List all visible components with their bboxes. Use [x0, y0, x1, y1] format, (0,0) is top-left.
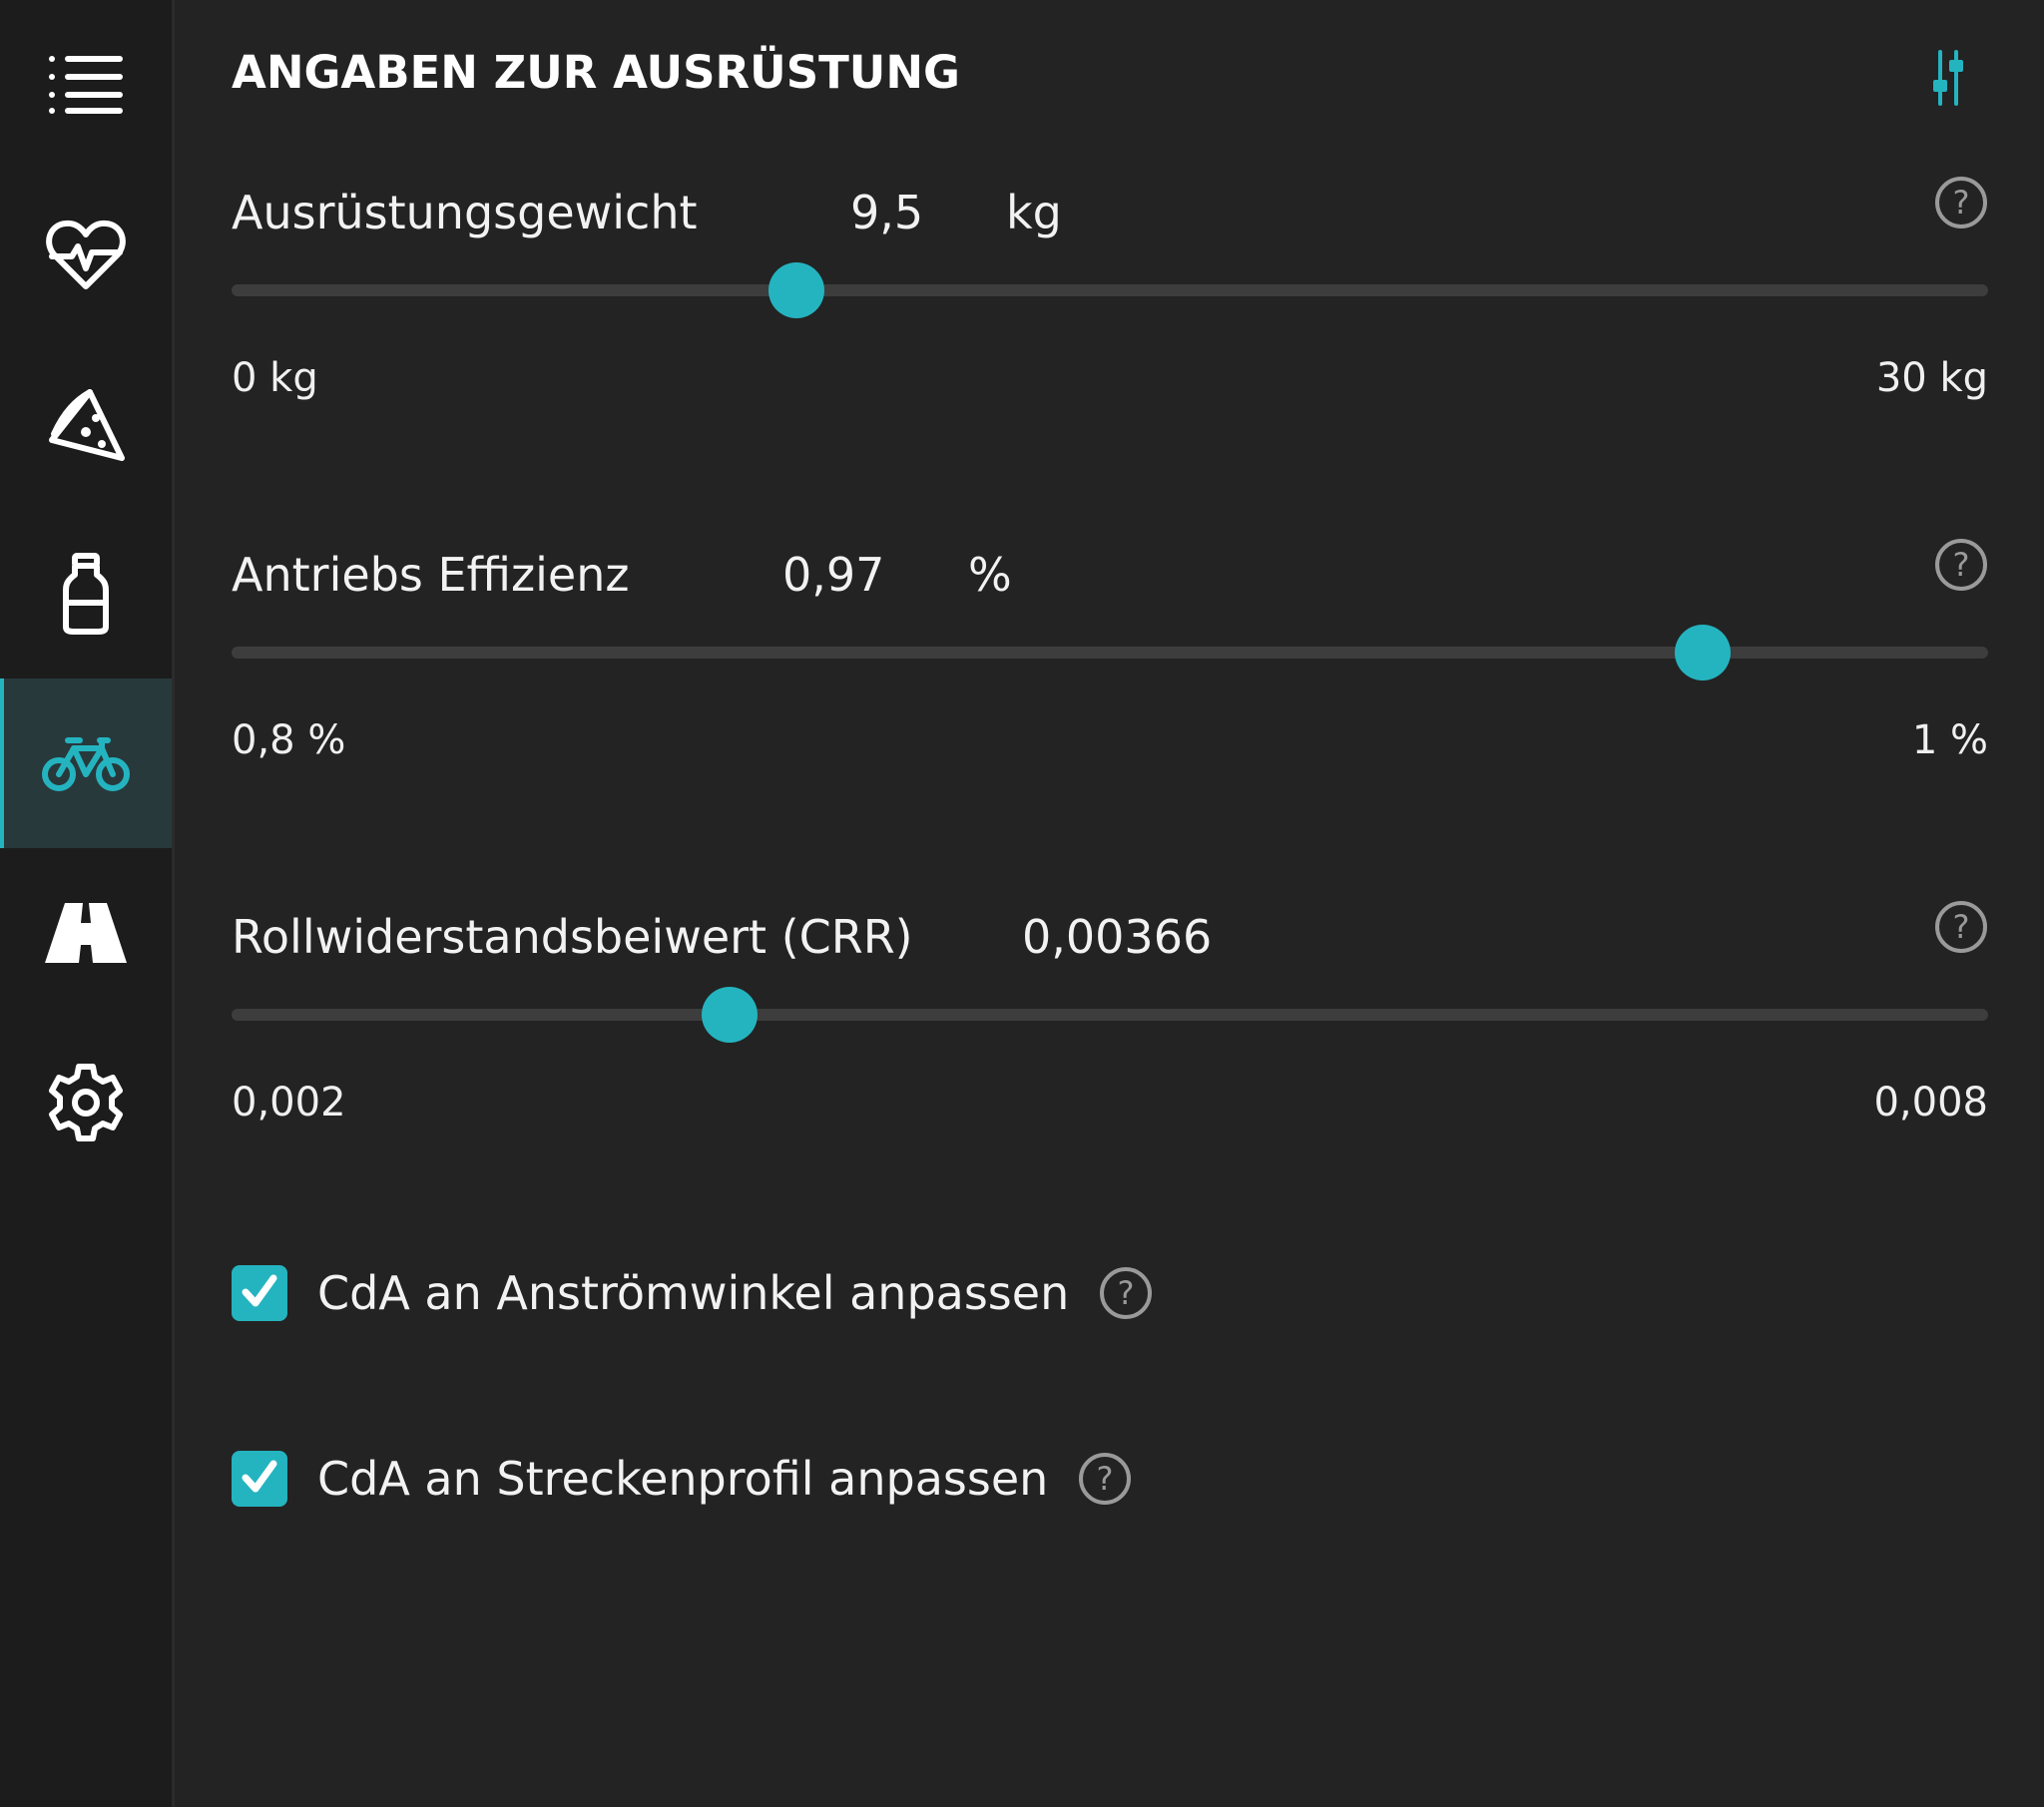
sliders-icon[interactable] — [1931, 50, 1965, 110]
svg-text:?: ? — [1953, 184, 1970, 222]
help-icon[interactable]: ? — [1934, 538, 1988, 596]
checkbox-label: CdA an Anströmwinkel anpassen — [317, 1266, 1070, 1320]
sidebar-item-equipment[interactable] — [0, 678, 172, 848]
slider-unit: % — [968, 548, 1012, 602]
slider-label: Rollwiderstandsbeiwert (CRR) — [232, 910, 913, 964]
slider-thumb[interactable] — [1675, 625, 1731, 680]
checkmark-icon — [240, 1271, 279, 1315]
slider-value: 0,00366 — [1022, 910, 1213, 964]
cda-route-profile-option: CdA an Streckenprofil anpassen ? — [232, 1449, 1132, 1509]
slider-min-label: 0 kg — [232, 355, 318, 401]
heart-pulse-icon — [46, 219, 126, 290]
road-icon — [43, 901, 129, 965]
sidebar-nav — [0, 0, 175, 1807]
gear-icon — [48, 1063, 124, 1142]
sidebar-item-settings[interactable] — [0, 1018, 172, 1187]
sidebar-item-health[interactable] — [0, 170, 172, 339]
help-icon[interactable]: ? — [1099, 1266, 1153, 1320]
cda-wind-angle-option: CdA an Anströmwinkel anpassen ? — [232, 1263, 1153, 1323]
svg-text:?: ? — [1953, 546, 1970, 584]
help-icon[interactable]: ? — [1934, 176, 1988, 233]
slider-track[interactable] — [232, 1009, 1988, 1021]
svg-text:?: ? — [1118, 1274, 1135, 1312]
slider-thumb[interactable] — [768, 262, 825, 318]
slider-min-label: 0,002 — [232, 1080, 346, 1126]
pizza-slice-icon — [46, 384, 126, 464]
svg-text:?: ? — [1097, 1460, 1114, 1498]
slider-max-label: 1 % — [1911, 717, 1988, 763]
sidebar-item-hydration[interactable] — [0, 509, 172, 678]
help-icon[interactable]: ? — [1934, 900, 1988, 958]
slider-min-label: 0,8 % — [232, 717, 346, 763]
sidebar-item-menu[interactable] — [0, 0, 172, 170]
drive-efficiency-slider: Antriebs Effizienz 0,97 % ? 0,8 % 1 % — [232, 539, 1988, 807]
slider-unit: kg — [1006, 186, 1062, 239]
slider-thumb[interactable] — [701, 987, 758, 1043]
main-panel: ANGABEN ZUR AUSRÜSTUNG Ausrüstungsgewich… — [175, 0, 2044, 1807]
cda-wind-angle-checkbox[interactable] — [232, 1265, 287, 1321]
bottle-icon — [61, 553, 111, 635]
slider-track[interactable] — [232, 284, 1988, 296]
slider-label: Antriebs Effizienz — [232, 548, 630, 602]
page-title: ANGABEN ZUR AUSRÜSTUNG — [232, 46, 960, 99]
checkbox-label: CdA an Streckenprofil anpassen — [317, 1452, 1049, 1506]
slider-value: 9,5 — [850, 186, 924, 239]
svg-text:?: ? — [1953, 908, 1970, 946]
slider-value: 0,97 — [782, 548, 885, 602]
slider-max-label: 0,008 — [1873, 1080, 1988, 1126]
menu-icon — [48, 53, 124, 117]
sidebar-item-route[interactable] — [0, 848, 172, 1018]
slider-label: Ausrüstungsgewicht — [232, 186, 698, 239]
checkmark-icon — [240, 1457, 279, 1501]
slider-max-label: 30 kg — [1875, 355, 1988, 401]
help-icon[interactable]: ? — [1078, 1452, 1132, 1506]
cda-route-profile-checkbox[interactable] — [232, 1451, 287, 1507]
rolling-resistance-slider: Rollwiderstandsbeiwert (CRR) 0,00366 ? 0… — [232, 901, 1988, 1169]
sidebar-item-nutrition[interactable] — [0, 339, 172, 509]
bicycle-icon — [42, 734, 130, 792]
equipment-weight-slider: Ausrüstungsgewicht 9,5 kg ? 0 kg 30 kg — [232, 177, 1988, 445]
